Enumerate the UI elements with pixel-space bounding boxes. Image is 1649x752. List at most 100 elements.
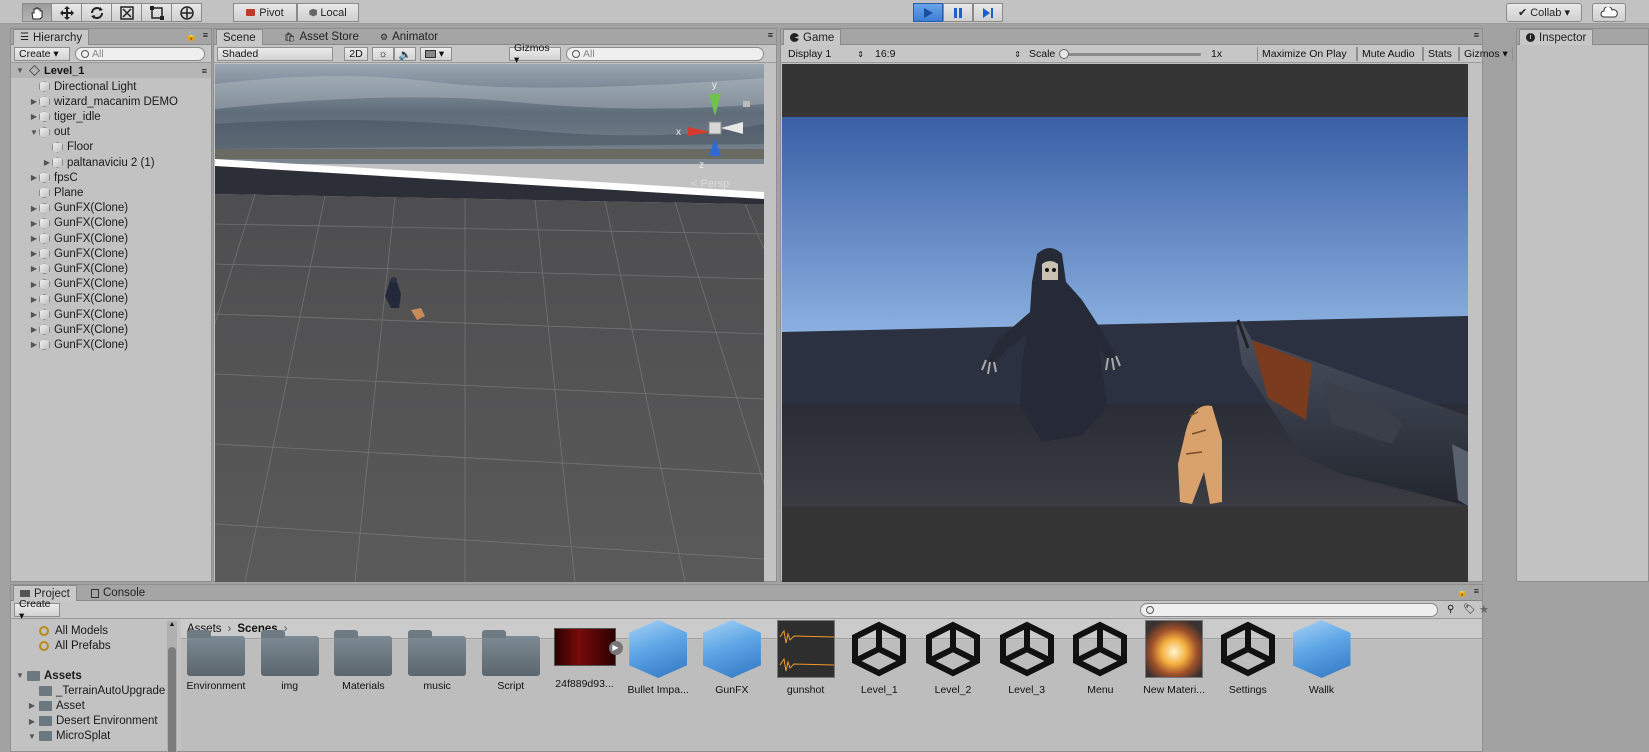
folder-tree-item[interactable]: ▼ Assets (11, 668, 82, 683)
maximize-on-play-toggle[interactable]: Maximize On Play (1257, 47, 1357, 61)
tab-scene[interactable]: Scene (216, 29, 263, 45)
hierarchy-item[interactable]: ▶ GunFX(Clone) (11, 201, 128, 216)
scene-viewport[interactable]: y x z < Persp (215, 64, 764, 582)
asset-tile[interactable]: Materials (327, 620, 399, 692)
hierarchy-item[interactable]: Plane (11, 185, 83, 200)
expand-arrow-icon[interactable]: ▼ (29, 128, 39, 137)
expand-arrow-icon[interactable]: ▶ (29, 295, 39, 304)
tab-hierarchy[interactable]: ☰ Hierarchy (13, 29, 90, 45)
persp-label[interactable]: < Persp (691, 178, 729, 190)
audio-toggle[interactable]: 🔈 (394, 47, 416, 61)
tab-asset-store[interactable]: 🛍 Asset Store (278, 29, 365, 45)
hierarchy-item[interactable]: ▶ GunFX(Clone) (11, 231, 128, 246)
expand-arrow-icon[interactable]: ▶ (29, 97, 39, 106)
hierarchy-item[interactable]: ▶ wizard_macanim DEMO (11, 94, 178, 109)
scale-slider-thumb[interactable] (1059, 49, 1069, 59)
expand-arrow-icon[interactable]: ▶ (27, 701, 37, 710)
asset-tile[interactable]: Bullet Impa... (622, 620, 694, 696)
project-search-input[interactable] (1140, 603, 1438, 617)
asset-tile[interactable]: Menu (1064, 620, 1136, 696)
expand-arrow-icon[interactable]: ▶ (29, 249, 39, 258)
panel-menu-icon[interactable]: ≡ (1474, 586, 1479, 596)
move-tool-button[interactable] (52, 3, 82, 22)
hierarchy-item[interactable]: ▶ fpsC (11, 170, 78, 185)
effects-dropdown[interactable]: ▾ (420, 47, 452, 61)
hierarchy-item[interactable]: ▶ GunFX(Clone) (11, 292, 128, 307)
pause-button[interactable] (943, 3, 973, 22)
hierarchy-item[interactable]: ▶ GunFX(Clone) (11, 216, 128, 231)
filter-label-icon[interactable]: 🏷 (1463, 604, 1476, 615)
asset-tile[interactable]: Script (475, 620, 547, 692)
expand-arrow-icon[interactable]: ▼ (27, 732, 37, 741)
hierarchy-item[interactable]: Floor (11, 140, 93, 155)
asset-tile[interactable]: Environment (180, 620, 252, 692)
scene-render[interactable]: y x z < Persp (215, 64, 764, 582)
expand-arrow-icon[interactable]: ▶ (29, 204, 39, 213)
game-gizmos-dropdown[interactable]: Gizmos ▾ (1459, 47, 1513, 61)
hierarchy-item[interactable]: ▶ GunFX(Clone) (11, 277, 128, 292)
asset-tile[interactable]: Level_1 (843, 620, 915, 696)
rect-tool-button[interactable] (142, 3, 172, 22)
hierarchy-item[interactable]: ▶ GunFX(Clone) (11, 246, 128, 261)
step-button[interactable] (973, 3, 1003, 22)
asset-tile[interactable]: Settings (1212, 620, 1284, 696)
expand-arrow-icon[interactable]: ▶ (29, 280, 39, 289)
filter-type-icon[interactable]: ⚲ (1447, 604, 1454, 615)
expand-arrow-icon[interactable]: ▼ (15, 66, 25, 75)
hierarchy-item[interactable]: ▶ GunFX(Clone) (11, 307, 128, 322)
hierarchy-item[interactable]: ▶ GunFX(Clone) (11, 337, 128, 352)
asset-tile[interactable]: Level_2 (917, 620, 989, 696)
display-dropdown[interactable]: Display 1 ⇕ (784, 47, 866, 61)
lighting-toggle[interactable]: ☼ (372, 47, 394, 61)
favorite-item[interactable]: All Models (11, 623, 108, 638)
asset-tile[interactable]: New Materi... (1138, 620, 1210, 696)
gizmo-lock-icon[interactable] (743, 101, 750, 107)
hierarchy-create-dropdown[interactable]: Create ▾ (14, 47, 70, 61)
asset-tile[interactable]: Wallk (1286, 620, 1358, 696)
hierarchy-item[interactable]: ▶ paltanaviciu 2 (1) (11, 155, 155, 170)
hierarchy-item[interactable]: ▶ tiger_idle (11, 109, 101, 124)
lock-icon[interactable]: 🔒 (186, 31, 197, 42)
pivot-toggle[interactable]: Pivot (233, 3, 297, 22)
expand-arrow-icon[interactable]: ▶ (29, 234, 39, 243)
expand-arrow-icon[interactable]: ▶ (29, 310, 39, 319)
transform-tool-button[interactable] (172, 3, 202, 22)
rotate-tool-button[interactable] (82, 3, 112, 22)
hand-tool-button[interactable] (22, 3, 52, 22)
favorite-star-icon[interactable]: ★ (1479, 603, 1489, 616)
scene-menu-icon[interactable]: ≡ (202, 66, 207, 76)
expand-arrow-icon[interactable]: ▶ (42, 158, 52, 167)
expand-arrow-icon[interactable]: ▶ (29, 173, 39, 182)
mute-audio-toggle[interactable]: Mute Audio (1357, 47, 1423, 61)
tab-animator[interactable]: ⚙ Animator (374, 29, 444, 45)
tab-game[interactable]: Game (783, 29, 842, 45)
hierarchy-item[interactable]: ▼ out (11, 125, 70, 140)
lock-icon[interactable]: 🔒 (1457, 587, 1468, 598)
tree-scrollbar-thumb[interactable] (168, 647, 176, 752)
asset-tile[interactable]: img (254, 620, 326, 692)
aspect-dropdown[interactable]: 16:9 ⇕ (871, 47, 1023, 61)
folder-tree-item[interactable]: ▶ Desert Environment (11, 714, 158, 729)
scene-header-row[interactable]: ▼ Level_1 ≡ (11, 63, 211, 78)
expand-arrow-icon[interactable]: ▶ (29, 264, 39, 273)
expand-arrow-icon[interactable]: ▶ (29, 325, 39, 334)
collab-dropdown[interactable]: ✔ Collab ▾ (1506, 3, 1582, 22)
folder-tree-item[interactable]: _TerrainAutoUpgrade (11, 683, 165, 698)
tab-inspector[interactable]: i Inspector (1519, 29, 1594, 45)
project-create-dropdown[interactable]: Create ▾ (14, 598, 60, 622)
panel-menu-icon[interactable]: ≡ (768, 30, 773, 40)
local-toggle[interactable]: Local (297, 3, 359, 22)
favorite-item[interactable]: All Prefabs (11, 638, 111, 653)
scene-gizmos-dropdown[interactable]: Gizmos ▾ (509, 42, 561, 66)
scale-slider[interactable] (1059, 49, 1201, 59)
stats-toggle[interactable]: Stats (1423, 47, 1459, 61)
tab-console[interactable]: Console (85, 585, 151, 601)
asset-tile[interactable]: ▶ 24f889d93... (549, 620, 623, 690)
scene-search-input[interactable]: All (566, 47, 764, 61)
hierarchy-search-input[interactable]: All (75, 47, 205, 61)
expand-arrow-icon[interactable]: ▶ (29, 219, 39, 228)
game-viewport[interactable] (782, 64, 1468, 582)
expand-arrow-icon[interactable]: ▶ (27, 717, 37, 726)
asset-tile[interactable]: gunshot (770, 620, 842, 696)
scroll-up-icon[interactable]: ▲ (168, 621, 176, 631)
